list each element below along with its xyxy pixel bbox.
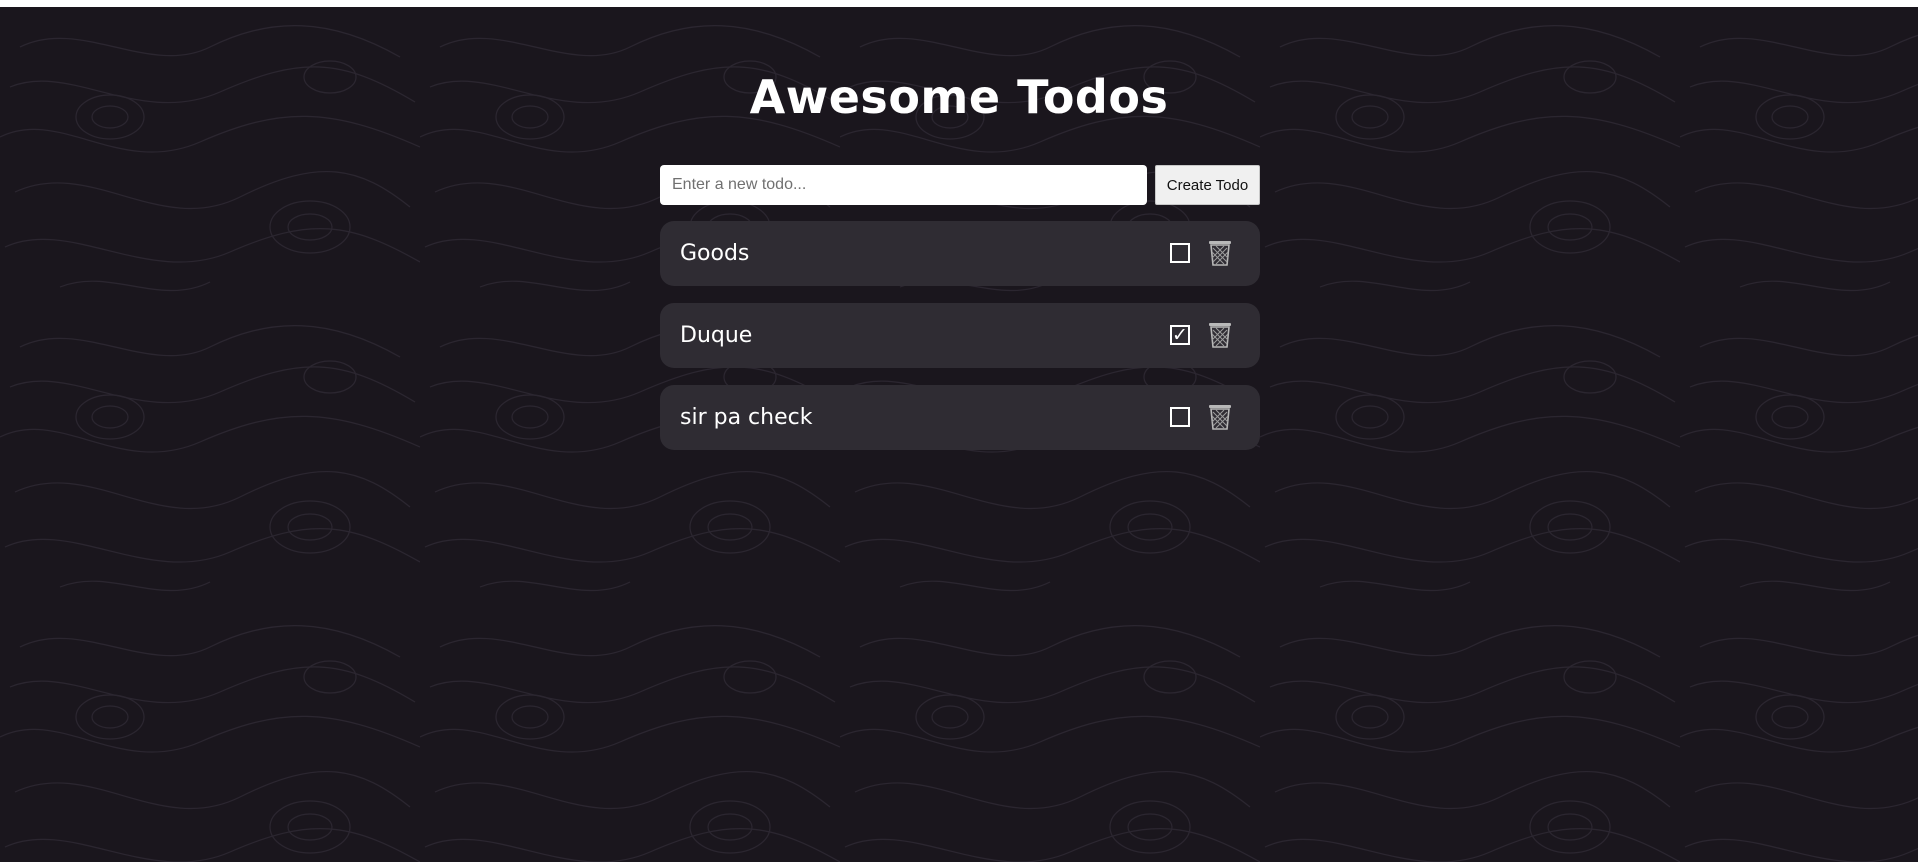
todo-text: Duque <box>680 323 753 348</box>
todo-item: sir pa check <box>660 385 1260 450</box>
trash-icon[interactable] <box>1207 321 1233 349</box>
page-title: Awesome Todos <box>749 70 1169 124</box>
todo-text: Goods <box>680 241 750 266</box>
trash-icon[interactable] <box>1207 403 1233 431</box>
new-todo-input[interactable] <box>660 165 1147 205</box>
todo-text: sir pa check <box>680 405 813 430</box>
checkbox-icon[interactable] <box>1170 407 1190 427</box>
app-background: Awesome Todos Create Todo Goods Duque ✓ <box>0 7 1918 862</box>
trash-icon[interactable] <box>1207 239 1233 267</box>
checkbox-icon[interactable] <box>1170 243 1190 263</box>
todo-item: Duque ✓ <box>660 303 1260 368</box>
window-edge <box>1918 7 1926 862</box>
todo-list: Goods Duque ✓ sir pa check <box>660 221 1260 467</box>
new-todo-form: Create Todo <box>660 165 1260 205</box>
create-todo-button[interactable]: Create Todo <box>1155 165 1260 205</box>
checkbox-checked-icon[interactable]: ✓ <box>1170 325 1190 345</box>
todo-item: Goods <box>660 221 1260 286</box>
